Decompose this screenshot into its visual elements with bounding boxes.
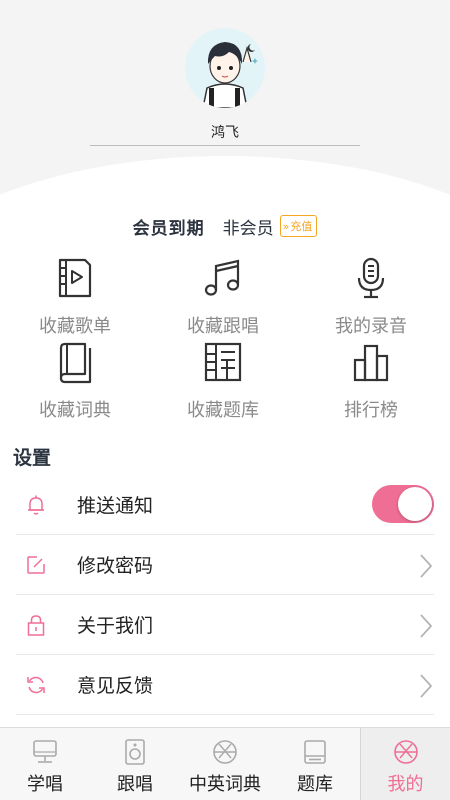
refresh-icon	[27, 676, 45, 694]
membership-row: 会员到期 非会员 » 充值	[0, 212, 450, 240]
grid-item-my-recordings[interactable]: 我的录音	[296, 256, 446, 337]
setting-label: 关于我们	[77, 615, 154, 637]
aperture-icon	[394, 740, 418, 764]
tab-question-bank[interactable]: 题库	[270, 728, 360, 800]
grid-item-ranking[interactable]: 排行榜	[296, 340, 446, 421]
setting-push-notification: 推送通知	[16, 475, 434, 535]
toggle-knob	[398, 487, 432, 521]
bell-icon	[28, 495, 44, 515]
setting-label: 修改密码	[77, 555, 154, 577]
profile-header: 鸿飞	[0, 0, 450, 200]
avatar-illustration	[185, 28, 265, 108]
header-curve	[0, 156, 450, 200]
grid-item-collect-dictionary[interactable]: 收藏词典	[0, 340, 150, 421]
music-note-icon	[204, 259, 240, 296]
chevron-right-icon	[420, 614, 433, 638]
edit-icon	[27, 556, 45, 574]
grid-label: 排行榜	[344, 400, 398, 421]
grid-label: 我的录音	[335, 316, 407, 337]
avatar[interactable]	[185, 28, 265, 108]
grid-label: 收藏题库	[187, 400, 259, 421]
grid-label: 收藏歌单	[39, 316, 111, 337]
chevron-right-icon	[420, 674, 433, 698]
chevron-right-icon	[420, 554, 433, 578]
push-notification-toggle[interactable]	[372, 485, 434, 523]
tab-label: 跟唱	[117, 774, 153, 795]
double-chevron-icon: »	[282, 219, 290, 233]
microphone-icon	[357, 257, 385, 299]
aperture-icon	[213, 740, 237, 764]
grid-item-collect-questions[interactable]: 收藏题库	[148, 340, 298, 421]
setting-label: 推送通知	[77, 495, 154, 517]
recharge-label: 充值	[290, 220, 313, 233]
username-underline	[90, 145, 360, 146]
monitor-icon	[33, 740, 57, 763]
question-bank-icon	[204, 342, 242, 382]
tab-learn-sing[interactable]: 学唱	[0, 728, 90, 800]
bottom-tab-bar: 学唱 跟唱 中英词典 题库 我的	[0, 727, 450, 800]
setting-about-us[interactable]: 关于我们	[16, 595, 434, 655]
setting-change-password[interactable]: 修改密码	[16, 535, 434, 595]
tab-sing-along[interactable]: 跟唱	[90, 728, 180, 800]
grid-label: 收藏跟唱	[187, 316, 259, 337]
membership-status: 非会员	[222, 218, 274, 239]
membership-label: 会员到期	[132, 218, 205, 239]
username[interactable]: 鸿飞	[0, 122, 450, 142]
grid-item-collect-songs[interactable]: 收藏歌单	[0, 256, 150, 337]
video-file-icon	[58, 258, 92, 298]
grid-item-collect-singalong[interactable]: 收藏跟唱	[148, 256, 298, 337]
tab-label: 中英词典	[189, 774, 261, 795]
tab-label: 题库	[297, 774, 333, 795]
recharge-button[interactable]: » 充值	[279, 215, 318, 237]
ranking-icon	[353, 344, 389, 382]
setting-label: 意见反馈	[77, 675, 154, 697]
grid-label: 收藏词典	[39, 400, 111, 421]
lock-icon	[27, 615, 45, 636]
tab-label: 我的	[387, 774, 424, 795]
tab-dictionary[interactable]: 中英词典	[180, 728, 270, 800]
tab-mine[interactable]: 我的	[360, 728, 450, 800]
book-icon	[59, 342, 92, 384]
tab-label: 学唱	[27, 774, 63, 795]
speaker-icon	[125, 739, 145, 765]
card-icon	[304, 740, 326, 764]
setting-feedback[interactable]: 意见反馈	[16, 655, 434, 715]
settings-title: 设置	[13, 447, 52, 469]
